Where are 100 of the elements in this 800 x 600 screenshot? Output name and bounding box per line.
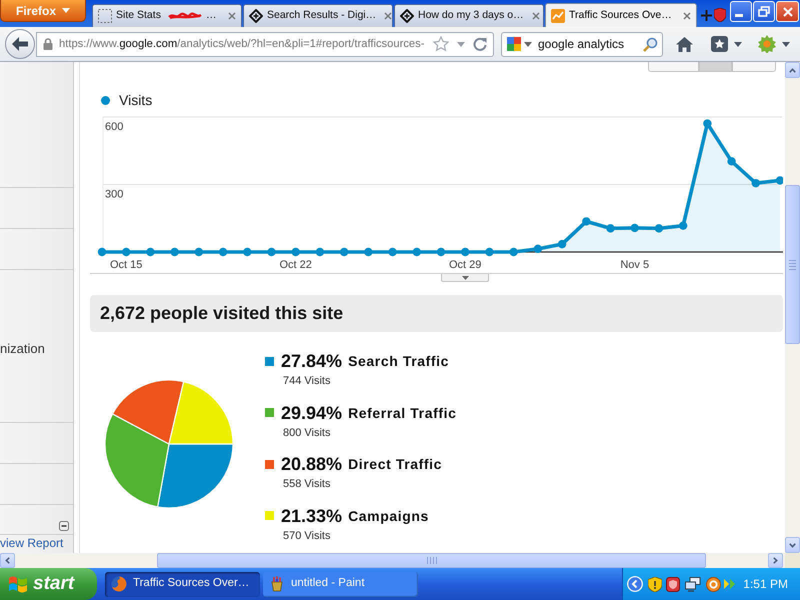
browser-tab[interactable]: Search Results - Digi… — [243, 4, 393, 27]
data-point — [678, 221, 688, 230]
ring-icon[interactable] — [706, 576, 721, 592]
star-icon[interactable] — [433, 36, 449, 52]
caret-down-icon — [462, 276, 468, 280]
y-axis-label: 300 — [105, 188, 124, 200]
caret-down-icon — [62, 8, 70, 13]
caret-down-icon — [789, 542, 796, 548]
minimize-icon — [735, 14, 743, 17]
data-point — [752, 178, 760, 188]
browser-tab[interactable]: Traffic Sources Ove… — [545, 3, 697, 27]
plus-icon[interactable] — [701, 10, 712, 21]
lock-icon — [43, 38, 53, 50]
star-box-icon[interactable] — [711, 36, 728, 52]
data-point — [776, 176, 783, 185]
address-field[interactable]: https://www.google.com/analytics/web/?hl=en&pli=1#report/trafficsources- — [36, 32, 494, 56]
data-point — [316, 248, 324, 256]
data-point — [364, 248, 373, 256]
data-point — [461, 248, 470, 256]
y-axis-label: 600 — [105, 121, 124, 133]
dashed-square-icon — [98, 9, 112, 23]
legend-label: Campaigns — [348, 506, 429, 524]
data-point — [582, 217, 590, 226]
legend-label: Direct Traffic — [348, 455, 442, 473]
diamond-icon — [400, 9, 414, 23]
shield-icon[interactable] — [666, 576, 680, 592]
scroll-down-button[interactable] — [785, 537, 800, 553]
data-point — [558, 240, 566, 248]
data-point — [98, 248, 106, 256]
percentage-value: 27.84% — [281, 350, 342, 372]
section-heading: 2,672 people visited this site — [90, 295, 783, 332]
chart-expand-tab[interactable] — [441, 274, 489, 282]
caret-down-icon[interactable] — [524, 42, 532, 46]
clock-text: 1:51 PM — [743, 576, 788, 593]
close-icon[interactable] — [384, 12, 392, 20]
data-point — [606, 224, 615, 233]
start-button[interactable]: start — [0, 568, 97, 600]
data-point — [630, 224, 639, 232]
caret-left-icon — [5, 557, 10, 564]
paint-cup-icon — [269, 576, 285, 592]
flag-icon — [8, 575, 28, 593]
minimize-button[interactable] — [730, 1, 752, 22]
browser-tab[interactable]: Site Stats … — [92, 4, 242, 27]
taskbar-button[interactable]: Traffic Sources Over… — [105, 572, 260, 596]
close-button[interactable] — [776, 1, 799, 22]
x-axis-label: Nov 5 — [620, 259, 650, 271]
colored-squares-icon[interactable] — [507, 37, 521, 51]
sidebar-item[interactable]: nization — [0, 340, 45, 356]
data-point — [292, 248, 300, 256]
shield-icon[interactable] — [648, 576, 662, 592]
report-link[interactable]: view Report — [0, 536, 64, 551]
search-field[interactable]: google analytics — [501, 32, 663, 56]
data-point — [412, 248, 421, 256]
home-icon[interactable] — [676, 36, 693, 52]
data-point — [340, 248, 348, 256]
data-point — [485, 248, 494, 256]
reload-icon[interactable] — [473, 37, 487, 51]
percentage-value: 20.88% — [281, 453, 342, 475]
taskbar-button[interactable]: untitled - Paint — [263, 572, 418, 596]
scroll-left-button[interactable] — [0, 553, 15, 568]
browser-tab[interactable]: How do my 3 days o… — [394, 4, 544, 27]
data-point — [703, 119, 712, 128]
back-button[interactable] — [5, 29, 35, 59]
close-icon[interactable] — [532, 12, 540, 20]
close-icon[interactable] — [683, 12, 691, 20]
scrollbar-thumb[interactable] — [785, 185, 800, 344]
view-toggle-button[interactable] — [732, 62, 776, 72]
minus-box-icon[interactable] — [59, 521, 69, 531]
network-icon[interactable] — [685, 576, 701, 592]
x-axis-label: Oct 15 — [110, 259, 142, 271]
search-icon[interactable] — [643, 36, 658, 52]
restore-button[interactable] — [753, 1, 775, 22]
legend-label: Visits — [119, 92, 152, 108]
data-point — [727, 157, 736, 166]
diamond-icon — [249, 9, 263, 23]
scroll-right-button[interactable] — [768, 553, 783, 568]
view-toggle-button[interactable] — [648, 62, 699, 72]
visits-count: 570 Visits — [283, 528, 332, 542]
scroll-up-button[interactable] — [785, 62, 800, 78]
x-axis-label: Oct 22 — [280, 259, 312, 271]
data-point — [218, 248, 228, 256]
legend-label: Referral Traffic — [348, 404, 456, 422]
x-axis-label: Oct 29 — [449, 259, 482, 271]
percentage-value: 29.94% — [281, 402, 342, 424]
close-icon[interactable] — [228, 12, 236, 20]
data-point — [534, 244, 542, 254]
scrollbar-thumb[interactable] — [157, 553, 706, 568]
data-point — [122, 248, 130, 256]
globe-icon — [111, 576, 127, 592]
data-point — [267, 248, 276, 256]
line-chart-icon — [551, 8, 565, 22]
legend-label: Search Traffic — [348, 352, 450, 370]
visits-count: 558 Visits — [283, 477, 332, 491]
caret-down-icon[interactable] — [782, 42, 790, 46]
back-arrow-icon — [12, 37, 28, 51]
view-toggle-button[interactable] — [699, 62, 732, 72]
caret-down-icon[interactable] — [734, 42, 742, 46]
close-icon — [782, 6, 792, 16]
caret-up-icon — [789, 68, 796, 72]
chevron-left-icon[interactable] — [627, 576, 643, 592]
